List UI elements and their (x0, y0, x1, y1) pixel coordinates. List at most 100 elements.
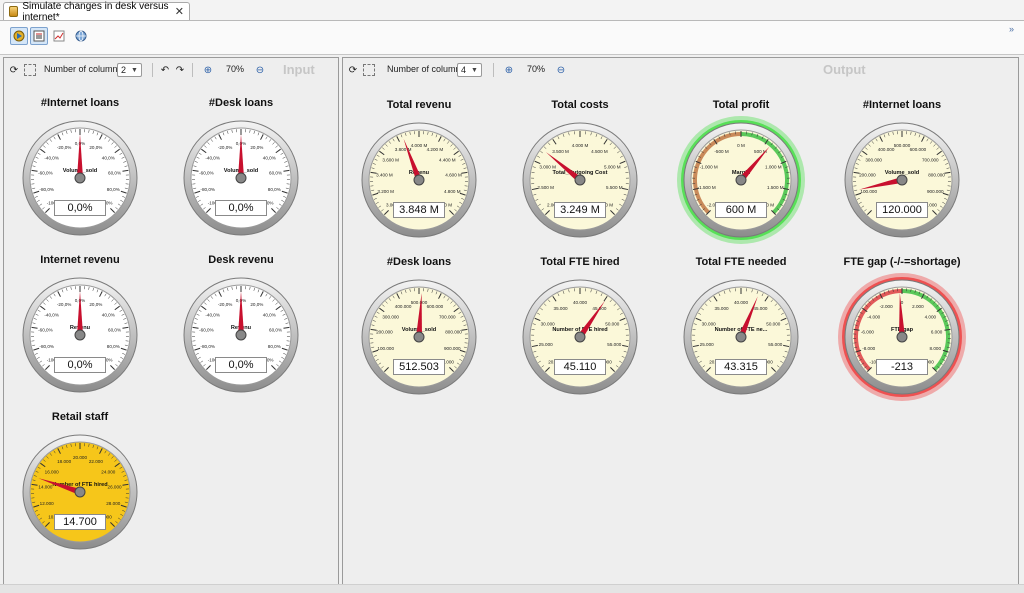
select-area-icon[interactable] (363, 64, 375, 76)
select-area-icon[interactable] (24, 64, 36, 76)
list-view-button[interactable] (30, 27, 48, 45)
rotate-right-icon[interactable]: ↷ (174, 64, 186, 76)
simulate-icon (13, 30, 25, 42)
tick-label: 14.000 (38, 485, 52, 490)
tick-label: 20,0% (89, 302, 102, 307)
zoom-in-icon[interactable]: ⊕ (503, 64, 515, 76)
list-icon (33, 30, 45, 42)
tick-label: 600.000 (427, 304, 444, 309)
tick-label: -40,0% (44, 312, 59, 317)
refresh-icon[interactable]: ⟳ (8, 64, 20, 76)
tick-label: 60,0% (108, 328, 121, 333)
gauge-dial: 3.000 M3.200 M3.400 M3.600 M3.800 M4.000… (361, 122, 477, 238)
zoom-level: 70% (527, 64, 546, 74)
gauge: Retail staff10.00012.00014.00016.00018.0… (15, 411, 145, 561)
tick-label: 200.000 (376, 330, 393, 335)
tick-label: -4.000 (867, 314, 880, 319)
needle-hub (896, 331, 908, 343)
needle-hub (413, 331, 425, 343)
gauge-title: Retail staff (51, 411, 109, 423)
gauge-value-field: 600 M (715, 202, 767, 218)
chart-view-button[interactable] (50, 27, 68, 45)
gauge-value-field[interactable]: 0,0% (215, 200, 267, 216)
gauge-title: #Desk loans (386, 256, 452, 268)
bottom-scrollbar[interactable] (0, 584, 1024, 593)
gauge-title: #Internet loans (862, 99, 942, 111)
gauge-dial: 2.000 M2.500 M3.000 M3.500 M4.000 M4.500… (522, 122, 638, 238)
tick-label: -6.000 (861, 330, 874, 335)
tick-label: -80,0% (200, 187, 215, 192)
output-panel-title: Output (823, 62, 866, 77)
gauge-value-field: -213 (876, 359, 928, 375)
tick-label: 50.000 (766, 322, 780, 327)
tick-label: 20,0% (89, 145, 102, 150)
tick-label: 4.200 M (427, 147, 444, 152)
document-tab[interactable]: Simulate changes in desk versus internet… (3, 1, 190, 23)
tick-label: 0 (901, 300, 904, 305)
tick-label: 6.000 (931, 330, 943, 335)
tick-label: 28.000 (106, 501, 120, 506)
gauge-value-field: 43.315 (715, 359, 767, 375)
tick-label: -80,0% (200, 344, 215, 349)
tick-label: -20,0% (218, 302, 233, 307)
columns-label: Number of columns (387, 64, 466, 74)
gauge: FTE gap (-/-=shortage)-10.000-8.000-6.00… (837, 256, 967, 406)
expand-chevron-icon[interactable]: » (1009, 24, 1014, 34)
gauge: Total FTE needed 20.00025.00030.00035.000… (676, 256, 806, 406)
tick-label: 3.600 M (382, 157, 399, 162)
gauge-title: FTE gap (-/-=shortage) (843, 256, 961, 268)
close-tab-icon[interactable]: ✕ (175, 5, 184, 18)
tick-label: -40,0% (205, 155, 220, 160)
tick-label: 4.000 M (411, 143, 428, 148)
tick-label: -60,0% (199, 171, 214, 176)
tick-label: 60,0% (108, 171, 121, 176)
simulate-button[interactable] (10, 27, 28, 45)
rotate-left-icon[interactable]: ↶ (159, 64, 171, 76)
tick-label: -60,0% (199, 328, 214, 333)
columns-label: Number of columns (44, 64, 123, 74)
tick-label: 400.000 (395, 304, 412, 309)
tick-label: -80,0% (39, 187, 54, 192)
tick-label: 4.400 M (439, 157, 456, 162)
tick-label: 700.000 (922, 157, 939, 162)
columns-select[interactable]: 4 ▼ (457, 63, 482, 77)
gauge-title: Total FTE needed (695, 256, 787, 268)
gauge-dial: -100,0%-80,0%-60,0%-40,0%-20,0%0,0%20,0%… (22, 120, 138, 236)
gauge-title: #Desk loans (208, 97, 274, 109)
tick-label: 5.500 M (606, 185, 623, 190)
gauge-dial: -100,0%-80,0%-60,0%-40,0%-20,0%0,0%20,0%… (22, 277, 138, 393)
tick-label: -20,0% (57, 302, 72, 307)
tick-label: 400.000 (878, 147, 895, 152)
tick-label: -8.000 (862, 346, 875, 351)
tick-label: 50.000 (605, 322, 619, 327)
zoom-in-icon[interactable]: ⊕ (202, 64, 214, 76)
gauge-value-field[interactable]: 14.700 (54, 514, 106, 530)
tick-label: 20.000 (73, 455, 87, 460)
gauge: Total costs2.000 M2.500 M3.000 M3.500 M4… (515, 99, 645, 249)
gauge-value-field[interactable]: 0,0% (215, 357, 267, 373)
gauge: Total profit-2.000 M-1.500 M-1.000 M-500… (676, 99, 806, 249)
tick-label: 60,0% (269, 171, 282, 176)
gauge-value-field[interactable]: 0,0% (54, 200, 106, 216)
tick-label: -1.500 M (698, 185, 716, 190)
zoom-out-icon[interactable]: ⊖ (254, 64, 266, 76)
tab-bar: Simulate changes in desk versus internet… (0, 0, 1024, 23)
tick-label: -20,0% (57, 145, 72, 150)
refresh-icon[interactable]: ⟳ (347, 64, 359, 76)
tick-label: 40,0% (102, 312, 115, 317)
gauge-value-field[interactable]: 0,0% (54, 357, 106, 373)
web-button[interactable] (72, 27, 90, 45)
tick-label: 4.000 M (572, 143, 589, 148)
gauge-value-field: 3.249 M (554, 202, 606, 218)
columns-select[interactable]: 2 ▼ (117, 63, 142, 77)
gauge-title: Total FTE hired (540, 256, 620, 268)
zoom-out-icon[interactable]: ⊖ (555, 64, 567, 76)
globe-icon (75, 30, 87, 42)
gauge-dial: 20.00025.00030.00035.00040.00045.00050.0… (683, 279, 799, 395)
gauge-dial: -2.000 M-1.500 M-1.000 M-500 M0 M500 M1.… (677, 116, 805, 244)
divider (192, 63, 193, 77)
tick-label: 40,0% (102, 155, 115, 160)
tick-label: 3.500 M (552, 149, 569, 154)
gauge: #Internet loans0100.000200.000300.000400… (837, 99, 967, 249)
gauge-title: Internet revenu (40, 254, 120, 266)
